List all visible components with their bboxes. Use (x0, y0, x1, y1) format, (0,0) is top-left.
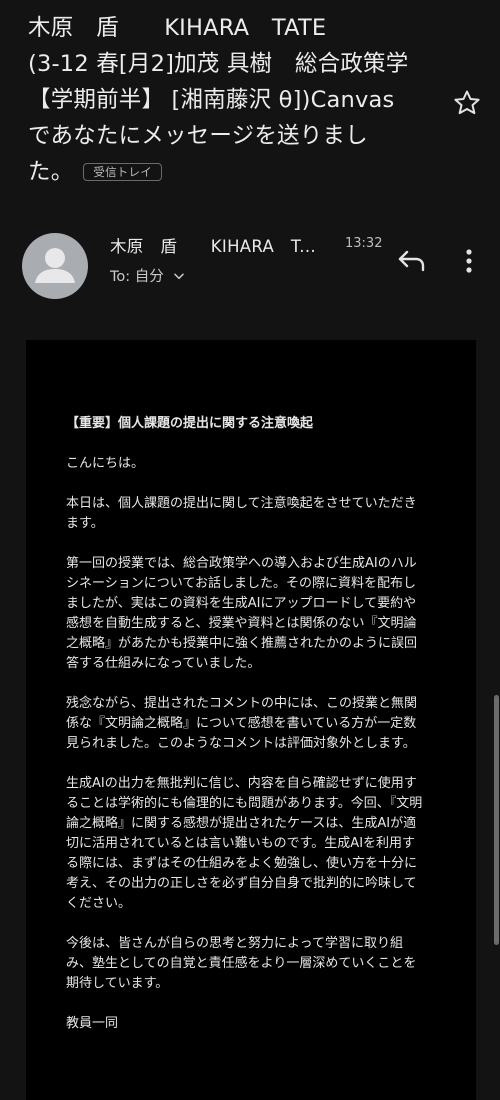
sender-name[interactable]: 木原 盾 KIHARA T... (110, 233, 335, 257)
message-paragraph-intro: 本日は、個人課題の提出に関して注意喚起をさせていただきます。 (66, 496, 417, 531)
chevron-down-icon (172, 269, 186, 283)
subject-line-5: た。 受信トレイ (28, 154, 448, 190)
message-heading: 【重要】個人課題の提出に関する注意喚起 (66, 416, 314, 431)
subject-line-5-text: た。 (28, 159, 74, 185)
reply-icon[interactable] (396, 246, 428, 274)
person-avatar-icon (35, 248, 75, 283)
star-icon[interactable] (452, 88, 482, 118)
subject-line-3: 【学期前半】 [湘南藤沢 θ])Canvas (28, 87, 395, 113)
message-paragraph-comments: 残念ながら、提出されたコメントの中には、この授業と無関係な『文明論之概略』につい… (66, 696, 418, 751)
email-subject: 木原 盾 KIHARA TATE (3-12 春[月2]加茂 具樹 総合政策学 … (28, 10, 448, 190)
subject-line-1: 木原 盾 KIHARA TATE (28, 15, 327, 41)
message-paragraph-greeting: こんにちは。 (66, 456, 145, 471)
message-content: 【重要】個人課題の提出に関する注意喚起 こんにちは。 本日は、個人課題の提出に関… (66, 414, 428, 1054)
recipient-label: To: 自分 (110, 269, 164, 285)
message-paragraph-ai-warning: 生成AIの出力を無批判に信じ、内容を自ら確認せずに使用することは学術的にも倫理的… (66, 776, 423, 911)
recipient-toggle[interactable]: To: 自分 (110, 265, 186, 286)
more-options-icon[interactable] (458, 246, 480, 276)
sent-time: 13:32 (345, 236, 383, 251)
message-signature: 教員一同 (66, 1016, 119, 1031)
subject-line-4: であなたにメッセージを送りまし (28, 123, 368, 149)
subject-line-2: (3-12 春[月2]加茂 具樹 総合政策学 (28, 51, 409, 77)
message-paragraph-first-class: 第一回の授業では、総合政策学への導入および生成AIのハルシネーションについてお話… (66, 556, 418, 671)
sender-avatar[interactable] (22, 233, 88, 299)
inbox-label-chip[interactable]: 受信トレイ (83, 163, 162, 181)
scrollbar-thumb[interactable] (494, 695, 499, 945)
message-paragraph-expectation: 今後は、皆さんが自らの思考と努力によって学習に取り組み、塾生としての自覚と責任感… (66, 936, 417, 991)
